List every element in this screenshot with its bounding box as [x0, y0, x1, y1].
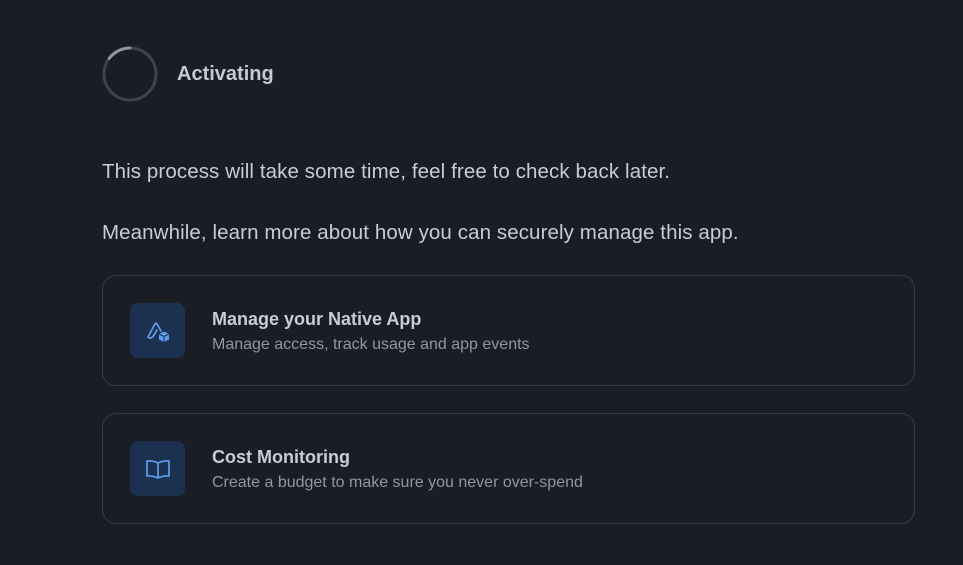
status-label: Activating [177, 62, 274, 85]
activation-panel: Activating This process will take some t… [0, 0, 963, 565]
open-book-icon [145, 459, 170, 479]
card-icon-container [130, 303, 185, 358]
loading-spinner-icon [102, 46, 158, 102]
activation-status: Activating [102, 46, 274, 102]
card-icon-container [130, 441, 185, 496]
manage-native-app-card[interactable]: Manage your Native App Manage access, tr… [102, 275, 915, 386]
cost-monitoring-card[interactable]: Cost Monitoring Create a budget to make … [102, 413, 915, 524]
learn-more-message: Meanwhile, learn more about how you can … [102, 221, 739, 244]
card-subtitle: Create a budget to make sure you never o… [212, 474, 583, 491]
card-title: Manage your Native App [212, 309, 422, 329]
info-message: This process will take some time, feel f… [102, 160, 671, 183]
card-subtitle: Manage access, track usage and app event… [212, 336, 530, 353]
native-app-icon [146, 321, 169, 342]
card-title: Cost Monitoring [212, 447, 350, 467]
